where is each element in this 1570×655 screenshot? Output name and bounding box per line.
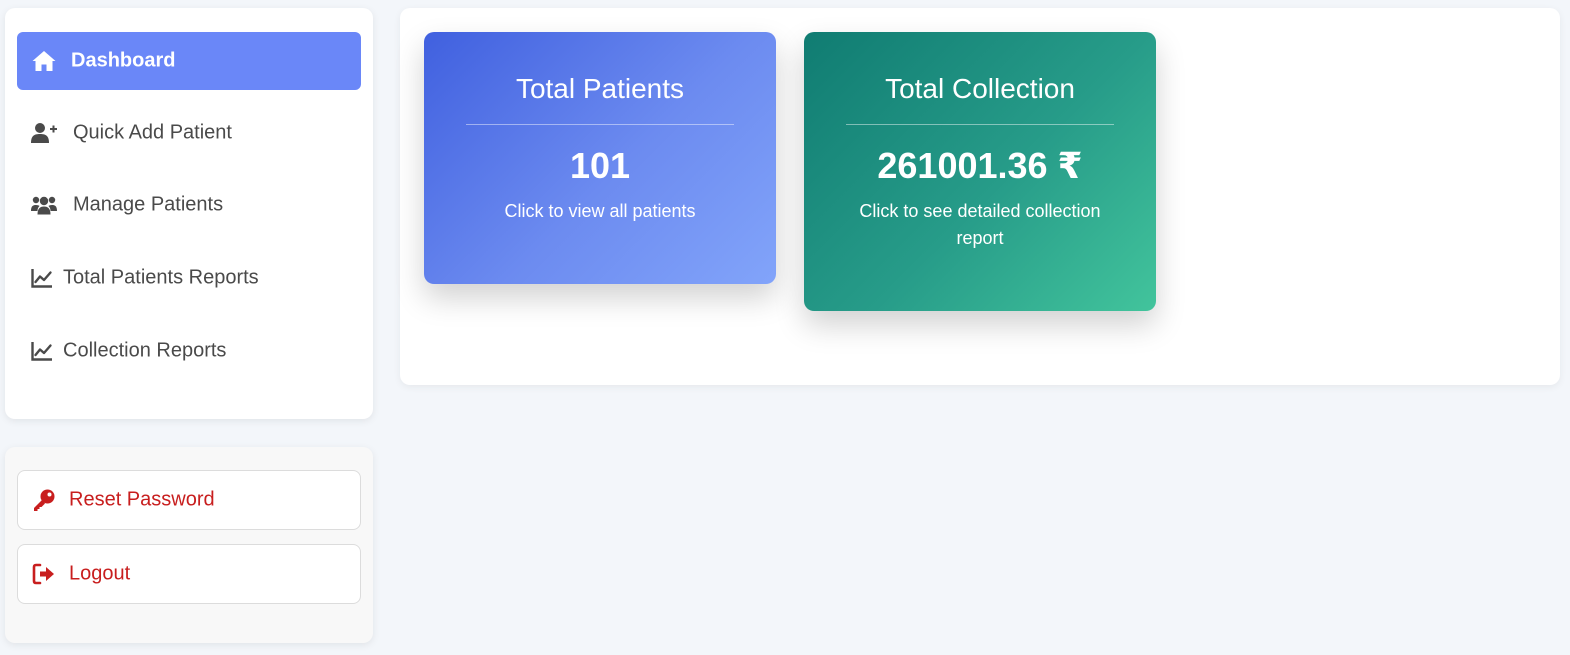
sidebar-item-label: Dashboard <box>71 49 176 72</box>
account-actions-panel: Reset Password Logout <box>5 447 373 643</box>
sidebar-item-collection-reports[interactable]: Collection Reports <box>17 322 361 380</box>
total-collection-value: 261001.36 ₹ <box>877 145 1083 186</box>
line-chart-icon <box>28 338 56 364</box>
sidebar-item-label: Collection Reports <box>63 339 227 362</box>
total-patients-value: 101 <box>569 145 631 186</box>
sidebar-nav: Dashboard Quick Add Patient Manage Patie <box>5 8 373 419</box>
card-divider <box>846 124 1114 125</box>
home-icon <box>30 48 58 74</box>
key-icon <box>31 488 57 512</box>
card-description: Click to view all patients <box>504 201 696 221</box>
reset-password-label: Reset Password <box>69 488 215 511</box>
sign-out-icon <box>31 562 57 586</box>
sidebar-item-total-patients-reports[interactable]: Total Patients Reports <box>17 249 361 307</box>
logout-label: Logout <box>69 562 131 585</box>
card-divider <box>466 124 734 125</box>
total-collection-card[interactable]: Total Collection 261001.36 ₹ Click to se… <box>804 32 1156 311</box>
reset-password-button[interactable]: Reset Password <box>17 470 361 530</box>
sidebar-item-label: Quick Add Patient <box>73 121 232 144</box>
sidebar-item-manage-patients[interactable]: Manage Patients <box>17 176 361 234</box>
dashboard-panel: Total Patients 101 Click to view all pat… <box>400 8 1560 385</box>
logout-button[interactable]: Logout <box>17 544 361 604</box>
sidebar-item-label: Manage Patients <box>73 193 224 216</box>
sidebar-item-dashboard[interactable]: Dashboard <box>17 32 361 90</box>
card-description: Click to see detailed collection report <box>859 201 1101 248</box>
sidebar-item-label: Total Patients Reports <box>63 266 259 289</box>
line-chart-icon <box>28 265 56 291</box>
card-title: Total Patients <box>515 73 685 104</box>
sidebar-item-quick-add-patient[interactable]: Quick Add Patient <box>17 104 361 162</box>
card-title: Total Collection <box>885 73 1075 104</box>
total-patients-card[interactable]: Total Patients 101 Click to view all pat… <box>424 32 776 284</box>
user-plus-icon <box>30 120 58 146</box>
users-icon <box>30 192 58 218</box>
